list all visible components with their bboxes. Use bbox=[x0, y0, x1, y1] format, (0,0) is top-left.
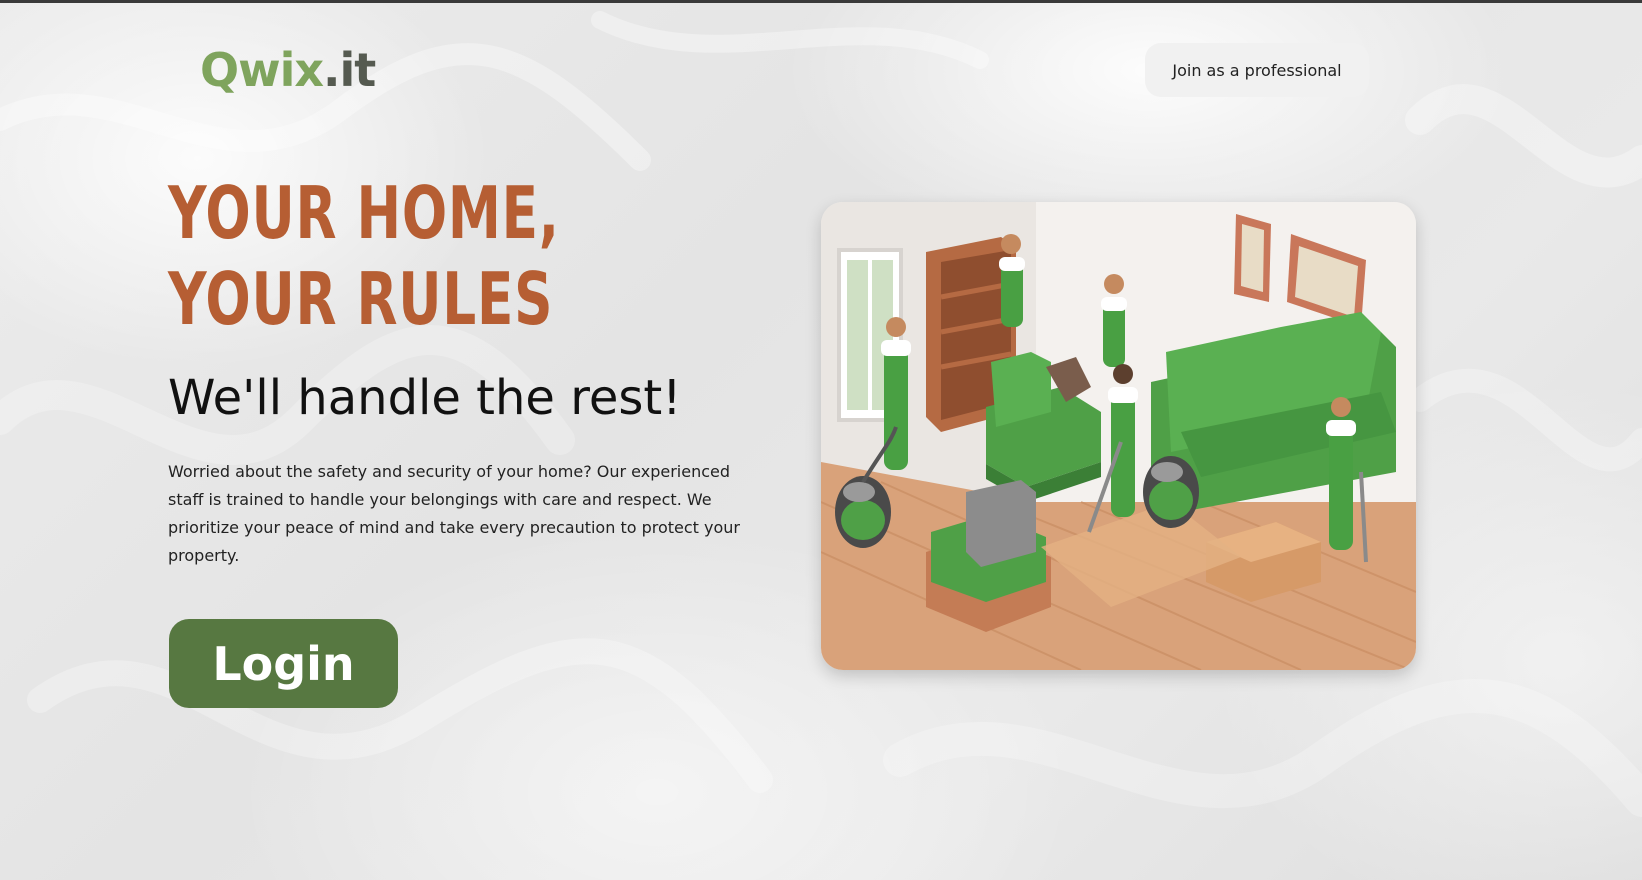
logo[interactable]: Qwix.it bbox=[200, 40, 376, 100]
cleaning-illustration bbox=[821, 202, 1416, 670]
logo-tld: .it bbox=[323, 43, 376, 97]
hero-subheadline: We'll handle the rest! bbox=[168, 370, 682, 426]
logo-brand: Qwix bbox=[200, 43, 324, 97]
hero-image bbox=[821, 202, 1416, 670]
hero-headline: YOUR HOME, YOUR RULES bbox=[168, 171, 560, 341]
login-button[interactable]: Login bbox=[169, 619, 398, 708]
top-border bbox=[0, 0, 1642, 3]
join-as-professional-button[interactable]: Join as a professional bbox=[1145, 43, 1369, 97]
hero-description: Worried about the safety and security of… bbox=[168, 462, 741, 565]
